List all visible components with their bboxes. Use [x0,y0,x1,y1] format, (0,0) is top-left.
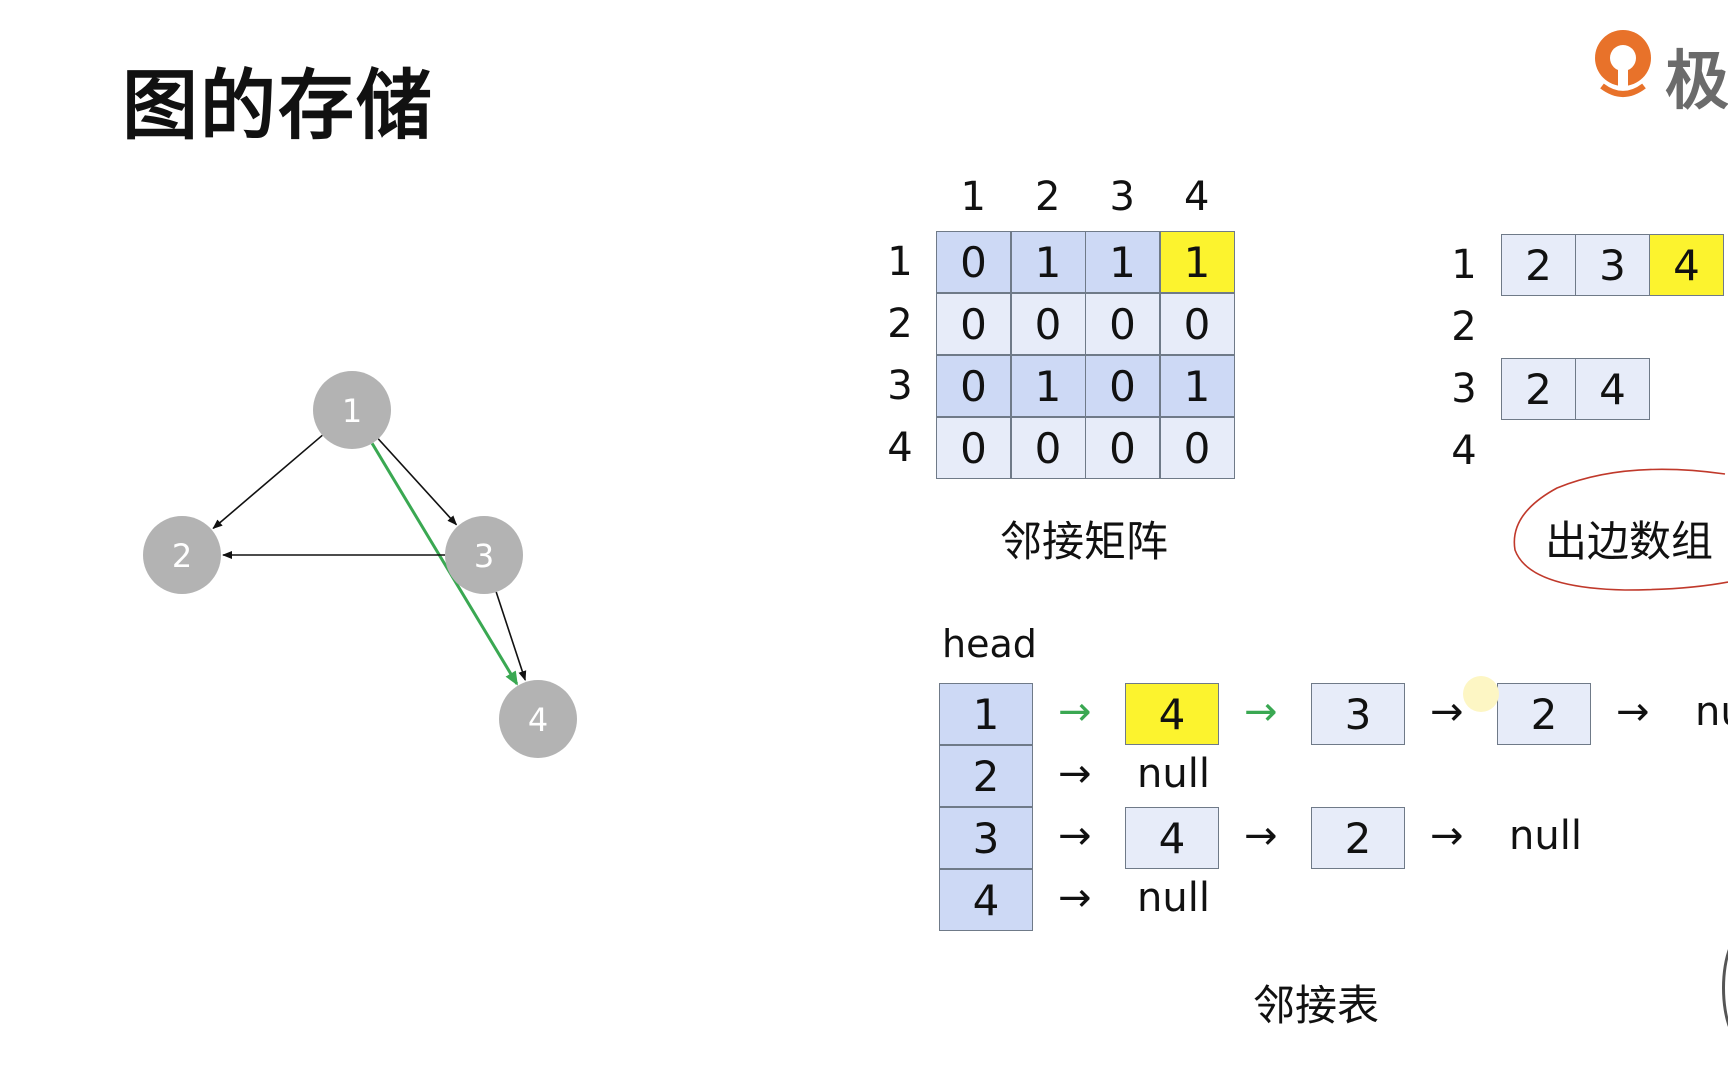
adj-null-terminator: null [1137,751,1210,797]
matrix-row-header: 2 [887,301,913,347]
out-edge-row-label: 1 [1451,242,1477,288]
adj-null-terminator: null [1509,813,1582,859]
matrix-cell: 0 [936,417,1011,479]
adj-head-cell: 4 [939,869,1033,931]
matrix-col-header: 1 [960,174,986,220]
adj-arrow: → [1616,689,1650,735]
adj-arrow: → [1430,689,1464,735]
matrix-cell: 0 [1159,417,1235,479]
out-edge-cell: 4 [1649,234,1724,296]
out-edge-cell: 2 [1501,358,1576,420]
adj-node-cell: 4 [1125,683,1219,745]
matrix-cell: 0 [1010,417,1086,479]
adj-null-terminator: nu [1695,689,1728,735]
adj-arrow: → [1058,689,1092,735]
directed-graph: 1 2 3 4 [143,371,577,758]
adj-arrow: → [1244,689,1278,735]
adj-node-cell: 2 [1311,807,1405,869]
matrix-row-header: 4 [887,425,913,471]
out-edge-row-label: 4 [1451,428,1477,474]
matrix-cell: 1 [1159,231,1235,293]
adj-arrow: → [1058,875,1092,921]
matrix-cell: 0 [1085,417,1160,479]
logo-text: 极 [1665,45,1728,119]
matrix-cell: 0 [1085,355,1160,417]
adj-node-cell: 4 [1125,807,1219,869]
head-label: head [942,622,1037,666]
out-edges-caption: 出边数组 [1545,517,1714,566]
out-edge-cell: 3 [1575,234,1650,296]
adj-node-cell: 2 [1497,683,1591,745]
adj-arrow: → [1058,751,1092,797]
adj-head-cell: 3 [939,807,1033,869]
matrix-cell: 1 [1010,231,1086,293]
adj-list-caption: 邻接表 [1253,981,1380,1030]
matrix-col-header: 3 [1109,174,1135,220]
edge-1-2 [212,434,323,530]
cursor-highlight [1463,676,1499,712]
matrix-cell: 0 [1085,293,1160,355]
out-edge-row-label: 3 [1451,366,1477,412]
matrix-caption: 邻接矩阵 [1000,517,1169,566]
graph-node-label: 4 [528,701,548,739]
matrix-cell: 1 [1159,355,1235,417]
matrix-cell: 0 [1010,293,1086,355]
avatar [1722,930,1728,1046]
out-edge-row-label: 2 [1451,304,1477,350]
matrix-col-header: 2 [1035,174,1061,220]
adj-arrow: → [1244,813,1278,859]
matrix-cell: 1 [1010,355,1086,417]
adj-head-cell: 2 [939,745,1033,807]
adj-arrow: → [1058,813,1092,859]
adj-arrow: → [1430,813,1464,859]
adj-head-cell: 1 [939,683,1033,745]
matrix-cell: 0 [936,355,1011,417]
adj-node-cell: 3 [1311,683,1405,745]
matrix-cell: 0 [1159,293,1235,355]
out-edge-cell: 2 [1501,234,1576,296]
edge-3-4 [495,591,527,682]
adj-null-terminator: null [1137,875,1210,921]
matrix-row-header: 3 [887,363,913,409]
matrix-cell: 0 [936,293,1011,355]
edge-1-3 [377,438,458,526]
matrix-cell: 0 [936,231,1011,293]
graph-node-label: 3 [474,537,494,575]
graph-node-label: 2 [172,537,192,575]
matrix-col-header: 4 [1184,174,1210,220]
out-edge-cell: 4 [1575,358,1650,420]
matrix-row-header: 1 [887,239,913,285]
logo-icon [1595,30,1651,97]
graph-node-label: 1 [342,392,362,430]
matrix-cell: 1 [1085,231,1160,293]
